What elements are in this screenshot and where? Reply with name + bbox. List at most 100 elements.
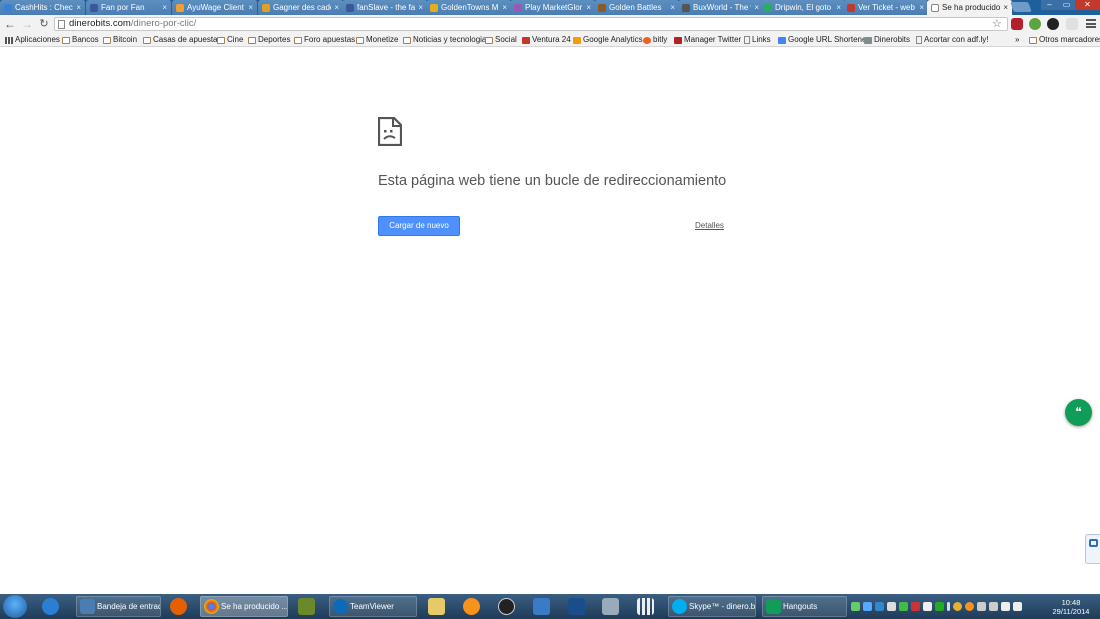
close-icon[interactable]: × — [586, 1, 591, 15]
tray-app-icon[interactable] — [875, 602, 884, 611]
extension-dark-icon[interactable] — [1047, 18, 1059, 30]
tools-icon[interactable] — [602, 598, 619, 615]
taskbar-button-skype[interactable]: Skype™ - dinero.bit — [668, 596, 756, 617]
close-icon[interactable]: × — [502, 1, 507, 15]
bookmark-foro-apuestas[interactable]: Foro apuestas — [294, 34, 355, 46]
teamviewer-side-tab[interactable] — [1085, 534, 1100, 564]
start-button[interactable] — [3, 595, 27, 618]
other-bookmarks[interactable]: Otros marcadores — [1029, 34, 1100, 46]
bookmark-adfly[interactable]: Acortar con adf.ly! — [916, 34, 988, 46]
tray-app-icon[interactable] — [935, 602, 944, 611]
close-icon[interactable]: × — [754, 1, 759, 15]
tab-golden-battles[interactable]: Golden Battles × — [594, 0, 680, 15]
marketglory-favicon-icon — [514, 3, 522, 12]
extension-red-icon[interactable] — [1011, 18, 1023, 30]
extension-green-icon[interactable] — [1029, 18, 1041, 30]
tab-error-active[interactable]: Se ha producido × — [927, 0, 1013, 15]
tab-fanslave[interactable]: fanSlave - the fa × — [342, 0, 428, 15]
chrome-menu-icon[interactable] — [1086, 18, 1096, 29]
bookmark-google-analytics[interactable]: Google Analytics — [573, 34, 643, 46]
close-icon[interactable]: × — [836, 1, 841, 15]
bookmark-manager-twitter[interactable]: Manager Twitter — [674, 34, 741, 46]
compass-icon[interactable] — [498, 598, 515, 615]
tab-label: CashHits : Chec — [15, 2, 73, 12]
bookmarks-overflow-button[interactable]: » — [1015, 34, 1019, 46]
bookmark-social[interactable]: Social — [485, 34, 517, 46]
bookmark-google-url-shortener[interactable]: Google URL Shortener — [778, 34, 869, 46]
bitcoin-icon[interactable] — [463, 598, 480, 615]
address-bar[interactable]: dinerobits.com/dinero-por-clic/ — [54, 17, 1008, 31]
reload-button[interactable]: ↻ — [36, 16, 52, 32]
close-icon[interactable]: × — [1003, 1, 1008, 15]
bookmark-monetize[interactable]: Monetize — [356, 34, 398, 46]
internet-explorer-icon[interactable] — [42, 598, 59, 615]
taskbar-button-hangouts[interactable]: Hangouts — [762, 596, 847, 617]
minimize-button[interactable]: – — [1041, 0, 1058, 10]
taskbar-button-mail[interactable]: Bandeja de entrad... — [76, 596, 161, 617]
new-tab-button[interactable] — [1010, 2, 1032, 12]
tray-app-icon[interactable] — [899, 602, 908, 611]
tray-app-icon[interactable] — [953, 602, 962, 611]
bookmark-bancos[interactable]: Bancos — [62, 34, 99, 46]
taskbar-button-teamviewer[interactable]: TeamViewer — [329, 596, 417, 617]
tab-dripwin[interactable]: Dripwin, El goto a × — [760, 0, 846, 15]
tray-app-icon[interactable] — [947, 602, 950, 611]
window-close-button[interactable]: ✕ — [1075, 0, 1100, 10]
bookmark-dinerobits[interactable]: Dinerobits — [864, 34, 910, 46]
tab-cashhits[interactable]: CashHits : Chec × — [0, 0, 86, 15]
close-icon[interactable]: × — [162, 1, 167, 15]
taskbar-button-chrome[interactable]: Se ha producido ... — [200, 596, 288, 617]
show-hidden-icons-icon[interactable] — [989, 602, 998, 611]
tray-app-icon[interactable] — [887, 602, 896, 611]
extension-rocket-icon[interactable] — [1066, 18, 1078, 30]
close-icon[interactable]: × — [334, 1, 339, 15]
hangouts-floating-button[interactable]: ❝ — [1065, 399, 1092, 426]
bookmark-bitcoin[interactable]: Bitcoin — [103, 34, 137, 46]
tab-goldentowns[interactable]: GoldenTowns M × — [426, 0, 512, 15]
bookmark-deportes[interactable]: Deportes — [248, 34, 290, 46]
tray-app-icon[interactable] — [911, 602, 920, 611]
apps-grid-icon[interactable] — [637, 598, 654, 615]
close-icon[interactable]: × — [76, 1, 81, 15]
bookmark-links[interactable]: Links — [744, 34, 771, 46]
bookmark-star-icon[interactable]: ☆ — [992, 15, 1002, 33]
ayuwage-favicon-icon — [176, 3, 184, 12]
firefox-icon[interactable] — [170, 598, 187, 615]
forward-button[interactable]: → — [19, 16, 35, 32]
tab-gagner[interactable]: Gagner des cade × — [258, 0, 344, 15]
tab-fan-por-fan[interactable]: Fan por Fan × — [86, 0, 172, 15]
tray-app-icon[interactable] — [863, 602, 872, 611]
maxthon-icon[interactable] — [568, 598, 585, 615]
reload-page-button[interactable]: Cargar de nuevo — [378, 216, 460, 236]
back-button[interactable]: ← — [2, 16, 18, 32]
google-icon — [778, 36, 786, 44]
tab-ayuwage[interactable]: AyuWage Client × — [172, 0, 258, 15]
bookmark-bitly[interactable]: bitly — [643, 34, 667, 46]
bookmark-cine[interactable]: Cine — [217, 34, 243, 46]
tray-app-icon[interactable] — [977, 602, 986, 611]
close-icon[interactable]: × — [418, 1, 423, 15]
volume-icon[interactable] — [1013, 602, 1022, 611]
bookmark-aplicaciones[interactable]: Aplicaciones — [5, 34, 60, 46]
app-icon[interactable] — [298, 598, 315, 615]
bookmark-casas-de-apuestas[interactable]: Casas de apuestas — [143, 34, 222, 46]
tab-ver-ticket[interactable]: Ver Ticket - web × — [843, 0, 929, 15]
details-link[interactable]: Detalles — [695, 221, 724, 230]
bookmark-ventura-24[interactable]: Ventura 24 — [522, 34, 571, 46]
file-explorer-icon[interactable] — [428, 598, 445, 615]
close-icon[interactable]: × — [919, 1, 924, 15]
network-icon[interactable] — [1001, 602, 1010, 611]
tab-marketglory[interactable]: Play MarketGlor × — [510, 0, 596, 15]
close-icon[interactable]: × — [670, 1, 675, 15]
tray-app-icon[interactable] — [851, 602, 860, 611]
system-clock[interactable]: 10:48 29/11/2014 — [1045, 598, 1097, 616]
folder-icon — [143, 36, 151, 44]
maximize-button[interactable]: ▭ — [1058, 0, 1075, 10]
dripwin-favicon-icon — [764, 3, 772, 12]
tray-app-icon[interactable] — [965, 602, 974, 611]
bookmark-noticias[interactable]: Noticias y tecnologia — [403, 34, 486, 46]
tab-buxworld[interactable]: BuxWorld - The w × — [678, 0, 764, 15]
cursor-app-icon[interactable] — [533, 598, 550, 615]
tray-app-icon[interactable] — [923, 602, 932, 611]
close-icon[interactable]: × — [248, 1, 253, 15]
